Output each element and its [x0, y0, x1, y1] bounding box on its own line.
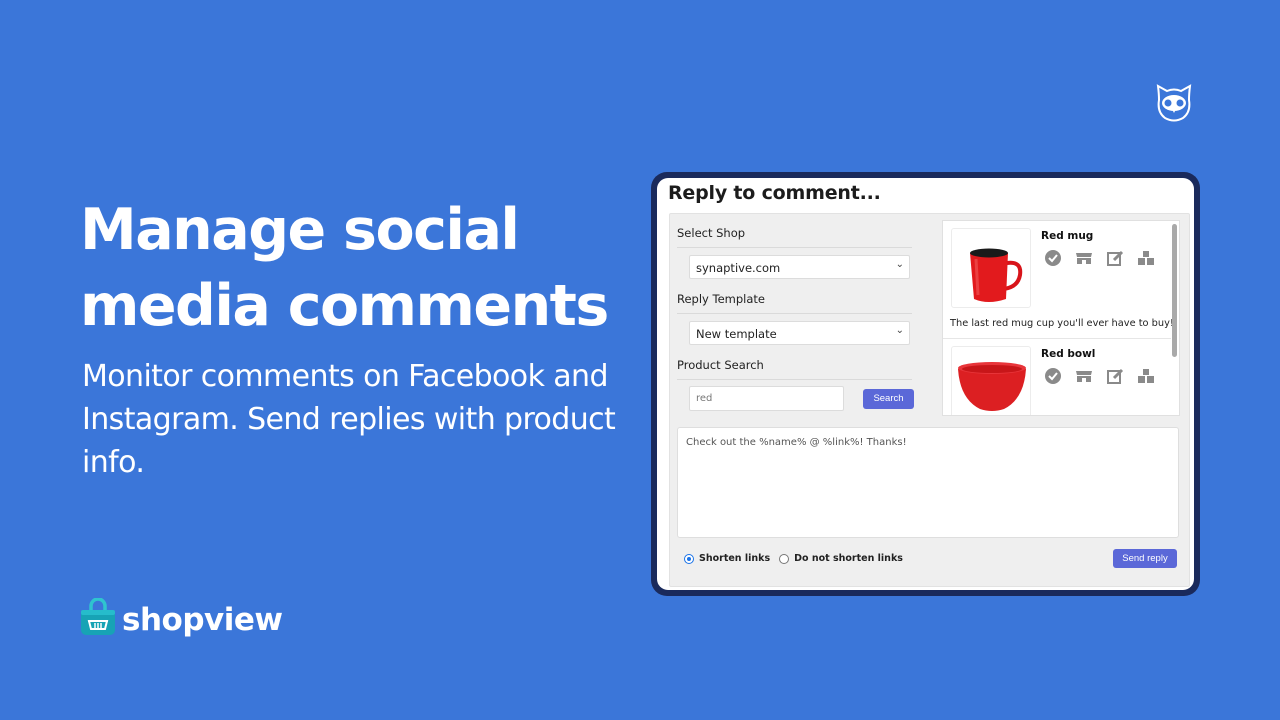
do-not-shorten-links-radio[interactable]	[779, 553, 790, 564]
store-icon[interactable]	[1075, 249, 1093, 267]
hero-subtitle: Monitor comments on Facebook and Instagr…	[82, 359, 616, 480]
shorten-links-label[interactable]: Shorten links	[699, 553, 770, 564]
product-name: Red bowl	[1041, 348, 1096, 360]
template-select[interactable]: New template ⌄	[689, 321, 910, 345]
hero-title-line-2: media comments	[80, 273, 609, 339]
store-icon[interactable]	[1075, 367, 1093, 385]
shop-select-value: synaptive.com	[696, 261, 781, 275]
check-circle-icon[interactable]	[1044, 249, 1062, 267]
divider	[677, 313, 912, 314]
chevron-down-icon: ⌄	[895, 259, 904, 270]
divider	[943, 338, 1171, 339]
send-reply-button[interactable]: Send reply	[1113, 549, 1177, 568]
link-options: Shorten links Do not shorten links	[684, 553, 903, 564]
shop-select[interactable]: synaptive.com ⌄	[689, 255, 910, 279]
reply-textarea[interactable]: Check out the %name% @ %link%! Thanks!	[677, 427, 1179, 538]
search-button[interactable]: Search	[863, 389, 914, 409]
product-search-input[interactable]: red	[689, 386, 844, 411]
hero-title-line-1: Manage social	[80, 197, 520, 263]
divider	[677, 379, 912, 380]
product-image-red-bowl	[951, 346, 1031, 415]
product-name: Red mug	[1041, 230, 1094, 242]
do-not-shorten-links-label[interactable]: Do not shorten links	[794, 553, 903, 564]
device-frame: Reply to comment... Select Shop synaptiv…	[651, 172, 1200, 596]
boxes-icon[interactable]	[1137, 367, 1155, 385]
owl-logo-icon	[1153, 82, 1195, 129]
select-shop-label: Select Shop	[677, 226, 746, 240]
edit-icon[interactable]	[1106, 249, 1124, 267]
divider	[677, 247, 912, 248]
template-select-value: New template	[696, 327, 777, 341]
check-circle-icon[interactable]	[1044, 367, 1062, 385]
product-list-scrollbar[interactable]	[1172, 224, 1177, 357]
brand-name: shopview	[122, 601, 283, 638]
product-search-label: Product Search	[677, 358, 764, 372]
product-description: The last red mug cup you'll ever have to…	[950, 318, 1174, 329]
edit-icon[interactable]	[1106, 367, 1124, 385]
reply-template-label: Reply Template	[677, 292, 765, 306]
brand-logo: shopview	[80, 597, 283, 641]
reply-panel: Select Shop synaptive.com ⌄ Reply Templa…	[669, 213, 1190, 587]
shorten-links-radio[interactable]	[684, 553, 694, 564]
hero-title: Manage social media comments	[80, 192, 609, 344]
reply-dialog: Reply to comment... Select Shop synaptiv…	[657, 178, 1194, 590]
boxes-icon[interactable]	[1137, 249, 1155, 267]
product-image-red-mug	[951, 228, 1031, 308]
product-list[interactable]: Red mug The last red mug cup you'll ever…	[942, 220, 1180, 416]
shopping-bag-basket-icon	[80, 597, 116, 641]
dialog-title: Reply to comment...	[668, 182, 881, 204]
chevron-down-icon: ⌄	[895, 325, 904, 336]
